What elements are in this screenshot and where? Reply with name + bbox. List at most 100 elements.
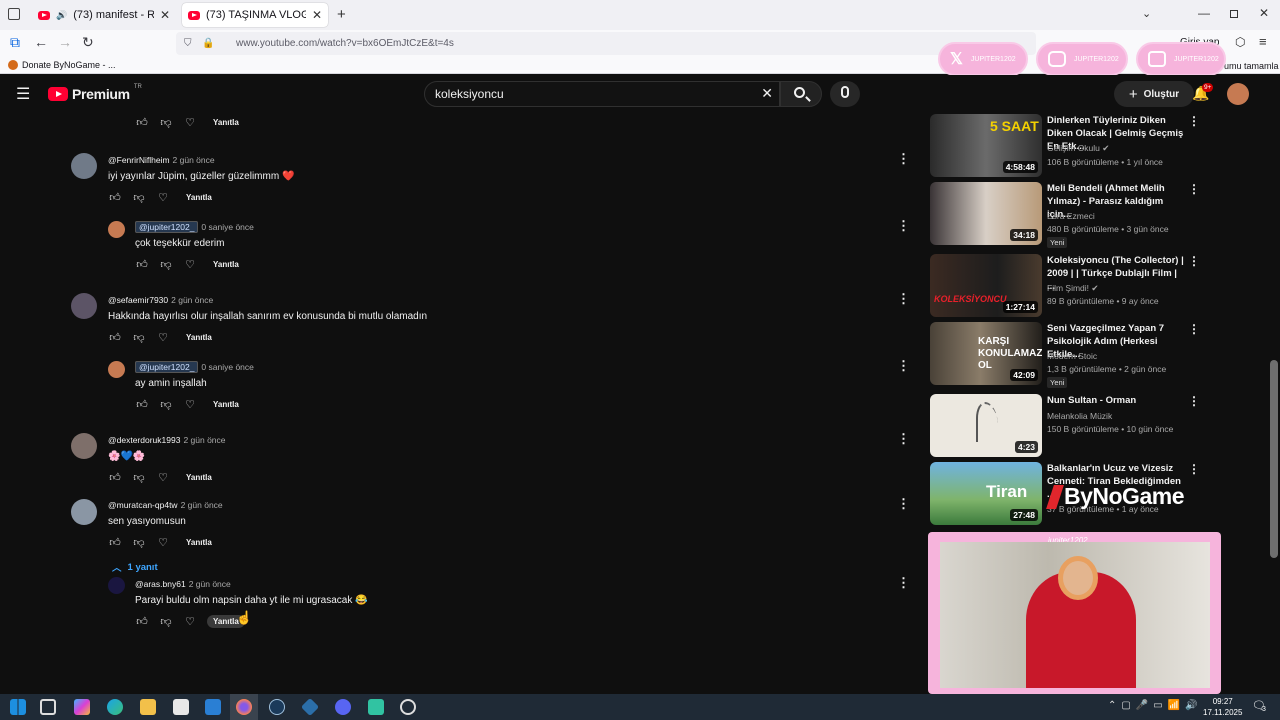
channel-name[interactable]: Gelişim Okulu ✔ bbox=[1047, 143, 1109, 154]
clear-search-icon[interactable]: ✕ bbox=[761, 85, 773, 102]
steam-icon[interactable] bbox=[269, 699, 285, 715]
account-avatar[interactable] bbox=[1227, 83, 1249, 105]
avatar[interactable] bbox=[108, 577, 125, 594]
page-scrollbar[interactable] bbox=[1270, 360, 1278, 558]
like-icon[interactable]: 👍︎ bbox=[108, 471, 122, 484]
shield-icon[interactable]: ⛉ bbox=[184, 38, 192, 49]
comment-time[interactable]: 0 saniye önce bbox=[201, 222, 253, 232]
avatar[interactable] bbox=[108, 361, 125, 378]
video-menu-icon[interactable]: ⋮ bbox=[1188, 394, 1200, 408]
avatar[interactable] bbox=[71, 499, 97, 525]
comment-time[interactable]: 2 gün önce bbox=[181, 500, 223, 510]
like-icon[interactable]: 👍︎ bbox=[108, 191, 122, 204]
video-title[interactable]: Nun Sultan - Orman bbox=[1047, 394, 1187, 407]
video-menu-icon[interactable]: ⋮ bbox=[1188, 114, 1200, 128]
like-icon[interactable]: 👍︎ bbox=[135, 116, 149, 129]
recommended-video[interactable]: KOLEKSİYONCU 1:27:14 Koleksiyoncu (The C… bbox=[930, 254, 1260, 318]
comment-time[interactable]: 2 gün önce bbox=[183, 435, 225, 445]
heart-icon[interactable]: ♡ bbox=[183, 116, 197, 129]
bookmark-donate[interactable]: Donate ByNoGame - ... bbox=[22, 60, 116, 70]
comment-author[interactable]: @muratcan-qp4tw bbox=[108, 500, 178, 510]
url-text[interactable]: www.youtube.com/watch?v=bx6OEmJtCzE&t=4s bbox=[236, 38, 454, 49]
reply-button[interactable]: Yanıtla bbox=[180, 191, 218, 204]
obs-icon[interactable] bbox=[400, 699, 416, 715]
close-tab-icon[interactable]: ✕ bbox=[312, 8, 322, 22]
heart-icon[interactable]: ♡ bbox=[156, 191, 170, 204]
sidebar-toggle-icon[interactable]: ⧉ bbox=[10, 34, 20, 51]
reload-icon[interactable]: ↻ bbox=[82, 34, 94, 51]
recommended-video[interactable]: 4:23 Nun Sultan - Orman Melankolia Müzik… bbox=[930, 394, 1260, 458]
back-icon[interactable]: ← bbox=[34, 34, 48, 50]
like-icon[interactable]: 👍︎ bbox=[108, 536, 122, 549]
mail-icon[interactable] bbox=[205, 699, 221, 715]
dislike-icon[interactable]: 👎︎ bbox=[159, 258, 173, 271]
avatar[interactable] bbox=[71, 433, 97, 459]
forward-icon[interactable]: → bbox=[58, 34, 72, 50]
comment-author[interactable]: @jupiter1202_ bbox=[135, 361, 199, 373]
close-tab-icon[interactable]: ✕ bbox=[160, 8, 170, 22]
tab-tasinma-vlog[interactable]: (73) TAŞINMA VLOG | BALKONU ✕ bbox=[182, 3, 328, 27]
voice-search-button[interactable] bbox=[830, 81, 860, 107]
comment-author[interactable]: @FenrirNiflheim bbox=[108, 155, 170, 165]
comment-time[interactable]: 2 gün önce bbox=[173, 155, 215, 165]
video-menu-icon[interactable]: ⋮ bbox=[1188, 462, 1200, 476]
like-icon[interactable]: 👍︎ bbox=[135, 258, 149, 271]
search-value[interactable]: koleksiyoncu bbox=[435, 87, 504, 101]
streamlabs-icon[interactable] bbox=[368, 699, 384, 715]
dislike-icon[interactable]: 👎︎ bbox=[132, 331, 146, 344]
like-icon[interactable]: 👍︎ bbox=[135, 615, 149, 628]
close-window-button[interactable]: ✕ bbox=[1259, 6, 1269, 20]
heart-icon[interactable]: ♡ bbox=[156, 471, 170, 484]
store-icon[interactable] bbox=[173, 699, 189, 715]
create-button[interactable]: + Oluştur bbox=[1114, 81, 1194, 107]
chevron-down-icon[interactable]: ⌄ bbox=[1142, 7, 1151, 20]
avatar[interactable] bbox=[71, 293, 97, 319]
channel-name[interactable]: Esra Ezmeci bbox=[1047, 211, 1095, 221]
edge-icon[interactable] bbox=[107, 699, 123, 715]
reply-button[interactable]: Yanıtla bbox=[180, 536, 218, 549]
speaker-icon[interactable]: 🔊 bbox=[56, 10, 67, 21]
menu-icon[interactable]: ≡ bbox=[1259, 34, 1267, 49]
video-menu-icon[interactable]: ⋮ bbox=[1188, 322, 1200, 336]
comment-author[interactable]: @sefaemir7930 bbox=[108, 295, 168, 305]
bookmark-right-text[interactable]: umu tamamla bbox=[1224, 61, 1279, 71]
youtube-premium-logo[interactable]: Premium TR bbox=[48, 84, 142, 102]
windows-start-icon[interactable] bbox=[10, 699, 26, 715]
maximize-button[interactable] bbox=[1230, 10, 1238, 18]
video-thumbnail[interactable]: 34:18 bbox=[930, 182, 1042, 245]
heart-icon[interactable]: ♡ bbox=[156, 536, 170, 549]
app-icon[interactable] bbox=[300, 697, 320, 717]
search-input[interactable]: koleksiyoncu ✕ bbox=[424, 81, 780, 107]
recommended-video[interactable]: 5 SAAT 4:58:48 Dinlerken Tüyleriniz Dike… bbox=[930, 114, 1260, 178]
video-thumbnail[interactable]: 5 SAAT 4:58:48 bbox=[930, 114, 1042, 177]
tab-manifest[interactable]: 🔊 (73) manifest - RÜYA | Offic ✕ bbox=[32, 3, 176, 27]
new-tab-button[interactable]: + bbox=[337, 6, 346, 23]
video-thumbnail[interactable]: 4:23 bbox=[930, 394, 1042, 457]
heart-icon[interactable]: ♡ bbox=[183, 398, 197, 411]
task-view-icon[interactable] bbox=[40, 699, 56, 715]
dislike-icon[interactable]: 👎︎ bbox=[132, 536, 146, 549]
avatar[interactable] bbox=[71, 153, 97, 179]
comment-menu-icon[interactable]: ⋮ bbox=[897, 218, 910, 234]
reply-button[interactable]: Yanıtla bbox=[207, 116, 245, 129]
video-menu-icon[interactable]: ⋮ bbox=[1188, 254, 1200, 268]
url-bar[interactable]: ⛉ 🔒 www.youtube.com/watch?v=bx6OEmJtCzE&… bbox=[176, 32, 1036, 55]
dislike-icon[interactable]: 👎︎ bbox=[159, 615, 173, 628]
comment-author[interactable]: @aras.bny61 bbox=[135, 579, 186, 589]
system-tray-icons[interactable]: ⌃▢🎤▭📶🔊 bbox=[1108, 700, 1203, 711]
video-thumbnail[interactable]: Tiran 27:48 bbox=[930, 462, 1042, 525]
comment-author[interactable]: @dexterdoruk1993 bbox=[108, 435, 180, 445]
comment-menu-icon[interactable]: ⋮ bbox=[897, 151, 910, 167]
comment-menu-icon[interactable]: ⋮ bbox=[897, 575, 910, 591]
discord-icon[interactable] bbox=[335, 699, 351, 715]
minimize-button[interactable]: — bbox=[1198, 6, 1210, 20]
reply-button[interactable]: Yanıtla bbox=[207, 398, 245, 411]
search-button[interactable] bbox=[780, 81, 822, 107]
video-thumbnail[interactable]: KOLEKSİYONCU 1:27:14 bbox=[930, 254, 1042, 317]
recommended-video[interactable]: KARŞI KONULAMAZ OL 42:09 Seni Vazgeçilme… bbox=[930, 322, 1260, 388]
avatar[interactable] bbox=[108, 221, 125, 238]
video-menu-icon[interactable]: ⋮ bbox=[1188, 182, 1200, 196]
like-icon[interactable]: 👍︎ bbox=[108, 331, 122, 344]
file-explorer-icon[interactable] bbox=[140, 699, 156, 715]
hamburger-menu-icon[interactable]: ☰ bbox=[16, 84, 30, 104]
